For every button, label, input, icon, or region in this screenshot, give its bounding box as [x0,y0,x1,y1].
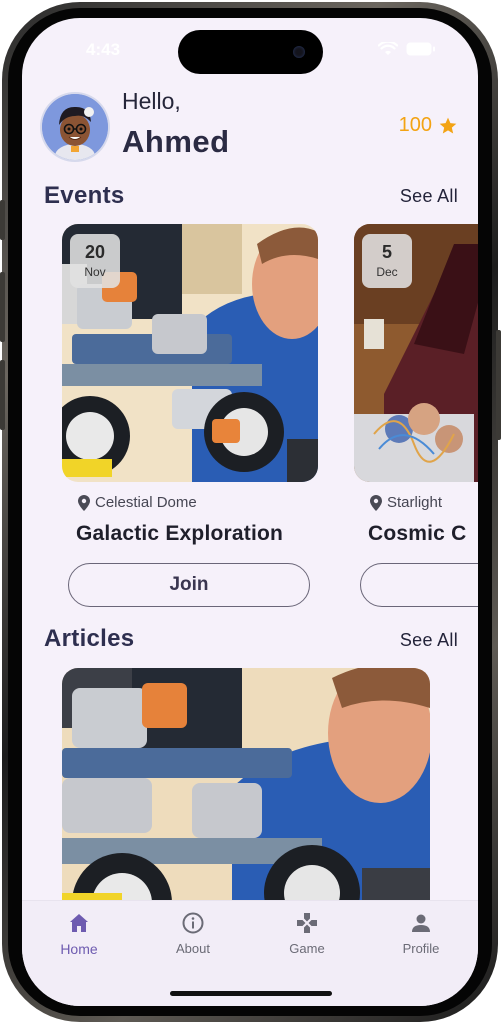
nav-item-game[interactable]: Game [267,911,347,956]
nav-label-game: Game [289,941,325,956]
date-month: Dec [376,265,398,279]
date-badge: 5 Dec [362,234,412,288]
event-location: Celestial Dome [78,494,197,511]
events-heading: Events [44,182,125,209]
event-title: Cosmic C [368,522,467,545]
gamepad-icon [297,913,317,933]
articles-heading: Articles [44,625,135,652]
status-icons [378,42,436,56]
home-icon [70,914,88,932]
wifi-icon [378,42,398,55]
info-icon [182,912,204,934]
nav-item-profile[interactable]: Profile [381,911,461,956]
location-pin-icon [370,494,382,511]
nav-item-about[interactable]: About [153,911,233,956]
date-month: Nov [84,265,106,279]
event-title: Galactic Exploration [76,522,284,545]
events-see-all-link[interactable]: See All [400,186,458,207]
event-location-text: Starlight [387,494,443,511]
avatar[interactable] [42,94,108,160]
points-display[interactable]: 100 [399,114,458,137]
event-location-text: Celestial Dome [95,494,197,511]
person-icon [412,914,430,932]
action-button [0,200,5,240]
location-pin-icon [78,494,90,511]
greeting-text: Hello, [122,88,181,114]
user-name: Ahmed [122,124,230,159]
dynamic-island [178,30,323,74]
battery-icon [406,42,435,56]
event-image: 20 Nov [62,224,318,482]
article-card[interactable] [62,668,430,928]
date-day: 5 [381,242,392,262]
join-button[interactable] [360,563,478,607]
status-time: 4:43 [86,40,121,59]
app-screen: 4:43 Hello, Ahmed 100 Events See All 20 … [22,18,478,1006]
join-button[interactable]: Join [68,563,310,607]
status-bar: 4:43 [22,18,478,78]
nav-label-about: About [176,941,210,956]
power-button [496,330,501,440]
points-value: 100 [398,114,432,136]
nav-item-home[interactable]: Home [39,911,119,957]
event-location: Starlight [370,494,442,511]
volume-up-button [0,272,5,342]
articles-see-all-link[interactable]: See All [400,630,458,651]
nav-label-home: Home [60,941,98,957]
star-icon [439,117,457,133]
nav-label-profile: Profile [402,941,440,956]
date-day: 20 [84,242,106,262]
date-badge: 20 Nov [70,234,120,288]
volume-down-button [0,360,5,430]
event-image: 5 Dec [354,224,478,482]
camera-icon [293,46,305,58]
article-image [62,668,430,928]
events-carousel[interactable]: 20 Nov Celestial Dome Galactic Explorati… [22,224,478,614]
home-indicator[interactable] [170,991,332,996]
bottom-navigation: Home About Game Profile [22,900,478,1006]
